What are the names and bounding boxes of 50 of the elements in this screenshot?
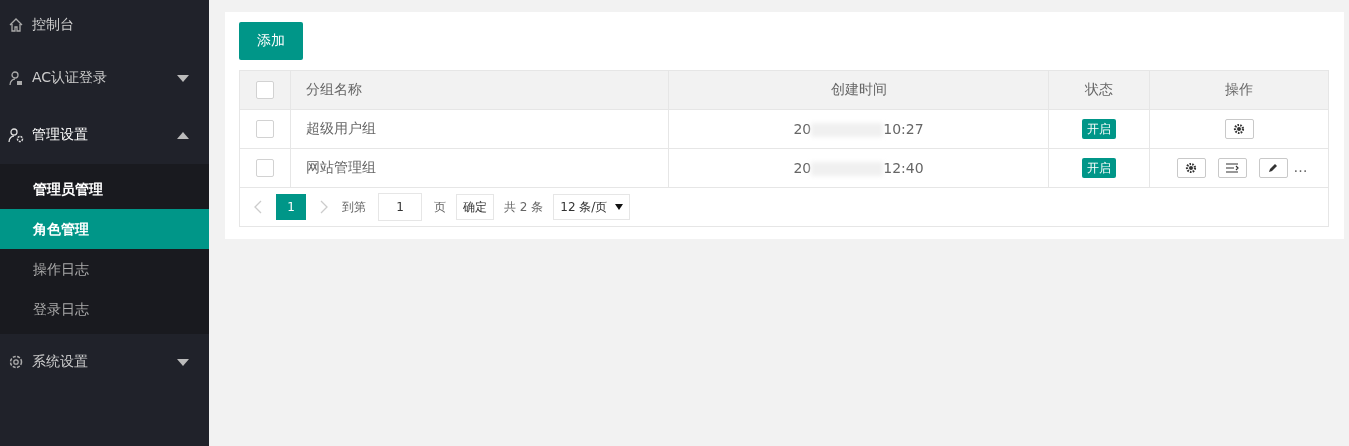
table-cell: 20: [793, 160, 812, 176]
nav-item[interactable]: 系统设置: [0, 334, 209, 390]
submenu-item[interactable]: 操作日志: [0, 249, 209, 289]
more-text[interactable]: …: [1293, 159, 1308, 175]
column-header: 分组名称: [290, 70, 669, 110]
user-gear-icon: [8, 127, 24, 143]
chevron-right-icon[interactable]: [320, 200, 328, 214]
chevron-left-icon[interactable]: [254, 200, 262, 214]
page-input[interactable]: 1: [378, 193, 422, 221]
total-count: 共 2 条: [504, 198, 544, 216]
settings-icon: [8, 354, 24, 370]
submenu-item[interactable]: 角色管理: [0, 209, 209, 249]
caret-icon: [177, 131, 189, 139]
checkbox[interactable]: [256, 159, 274, 177]
nav-item[interactable]: 控制台: [0, 0, 209, 50]
submenu-item[interactable]: 登录日志: [0, 289, 209, 329]
table-cell: 10:27: [883, 121, 924, 137]
checkbox[interactable]: [256, 81, 274, 99]
confirm-button[interactable]: 确定: [456, 194, 494, 220]
settings-button[interactable]: [1176, 158, 1206, 178]
nav-item[interactable]: AC认证登录: [0, 50, 209, 106]
caret-icon: [177, 358, 189, 366]
indent-icon: [1225, 163, 1239, 173]
goto-label: 到第: [342, 198, 366, 216]
status-badge: 开启: [1082, 119, 1116, 139]
user-lock-icon: [8, 70, 24, 86]
status-badge: 开启: [1082, 158, 1116, 178]
caret-icon: [615, 204, 624, 210]
column-header: 操作: [1149, 70, 1329, 110]
edit-button[interactable]: [1258, 158, 1288, 178]
table-cell: 12:40: [883, 160, 924, 176]
table-cell: 20: [793, 121, 812, 137]
table-cell: 超级用户组: [290, 109, 669, 149]
page-button[interactable]: 1: [276, 194, 306, 220]
nav-item[interactable]: 管理设置: [0, 106, 209, 164]
checkbox[interactable]: [256, 120, 274, 138]
column-header: 创建时间: [668, 70, 1049, 110]
pencil-icon: [1267, 162, 1279, 174]
settings-button[interactable]: [1224, 119, 1254, 139]
caret-icon: [177, 74, 189, 82]
column-header: 状态: [1048, 70, 1150, 110]
add-button[interactable]: 添加: [239, 22, 303, 60]
settings-icon: [1233, 123, 1245, 135]
page-label: 页: [434, 198, 446, 216]
indent-button[interactable]: [1217, 158, 1247, 178]
settings-icon: [1185, 162, 1197, 174]
home-icon: [8, 17, 24, 33]
table-cell: 网站管理组: [290, 148, 669, 188]
page-size-select[interactable]: 12 条/页: [553, 194, 631, 220]
submenu-item[interactable]: 管理员管理: [0, 169, 209, 209]
